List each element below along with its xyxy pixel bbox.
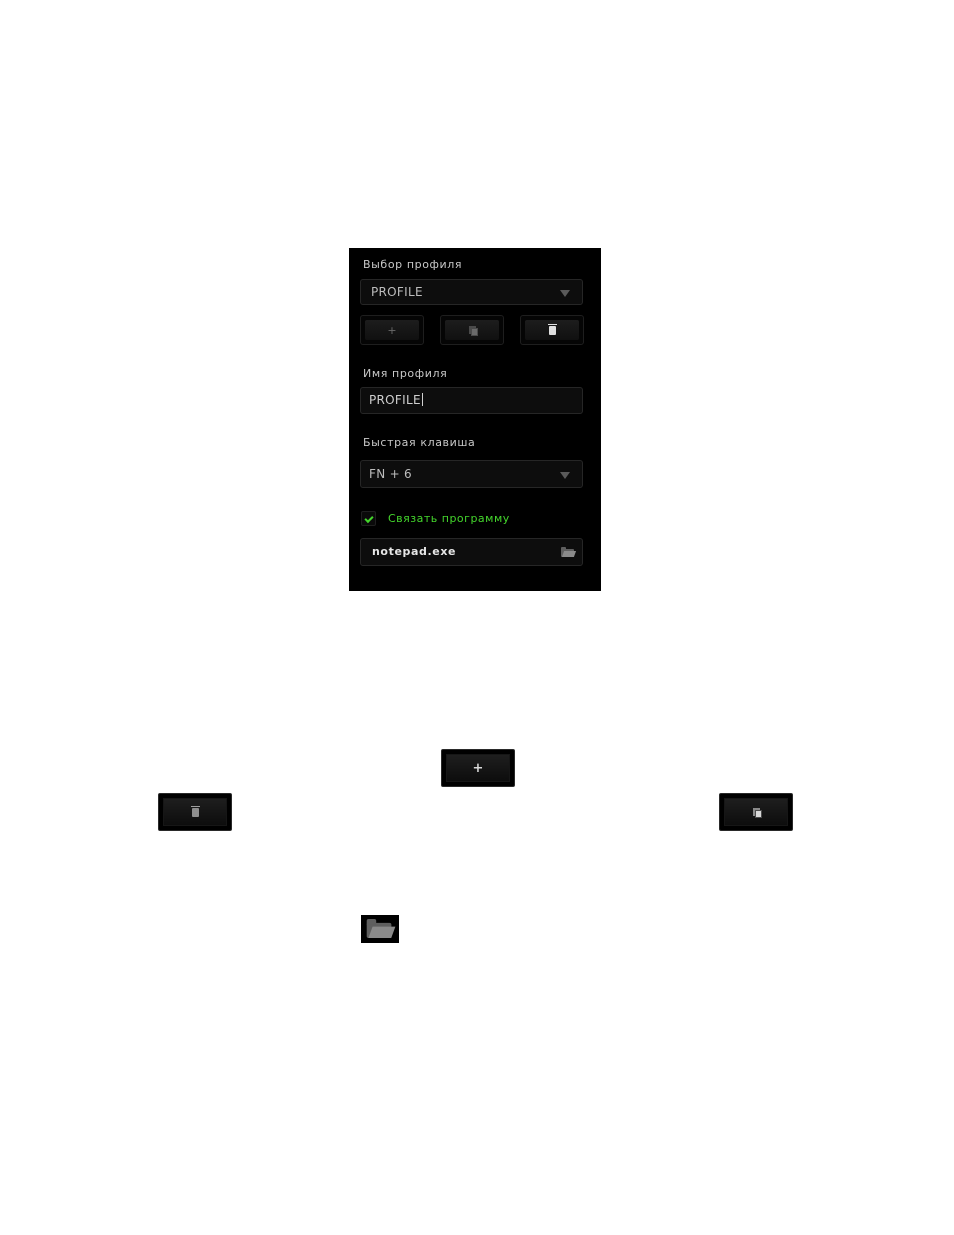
browse-folder-button-large[interactable] [361,915,399,943]
copy-icon [752,808,762,818]
folder-icon [561,547,577,557]
copy-profile-button[interactable] [440,315,504,345]
chevron-down-icon [560,290,570,297]
plus-icon: + [472,760,484,776]
profile-select-label: Выбор профиля [363,258,463,271]
add-profile-button-large[interactable]: + [441,749,515,787]
trash-icon [190,805,200,817]
chevron-down-icon [560,472,570,479]
profile-dropdown-value: PROFILE [371,285,423,299]
copy-icon [468,326,478,336]
copy-profile-button-large[interactable] [719,793,793,831]
program-path-field[interactable]: notepad.exe [360,538,583,566]
profile-dropdown[interactable]: PROFILE [360,279,583,305]
link-program-checkbox[interactable] [361,511,376,526]
checkmark-icon [364,513,374,524]
program-path-value: notepad.exe [372,545,457,558]
profile-name-value: PROFILE [369,393,421,407]
hotkey-label: Быстрая клавиша [363,436,476,449]
link-program-label: Связать программу [388,512,510,525]
trash-icon [547,323,557,335]
delete-profile-button[interactable] [520,315,584,345]
add-profile-button[interactable]: + [360,315,424,345]
profile-name-label: Имя профиля [363,367,448,380]
delete-profile-button-large[interactable] [158,793,232,831]
profile-panel: Выбор профиля PROFILE + Имя профиля PROF… [349,248,601,591]
browse-folder-button[interactable] [561,547,577,557]
folder-icon [366,918,396,938]
plus-icon: + [387,323,397,337]
hotkey-dropdown-value: FN + 6 [369,467,412,481]
profile-name-input[interactable]: PROFILE [360,387,583,414]
hotkey-dropdown[interactable]: FN + 6 [360,460,583,488]
profile-action-buttons: + [360,315,584,345]
link-program-row[interactable]: Связать программу [361,511,561,527]
text-cursor [421,393,423,406]
